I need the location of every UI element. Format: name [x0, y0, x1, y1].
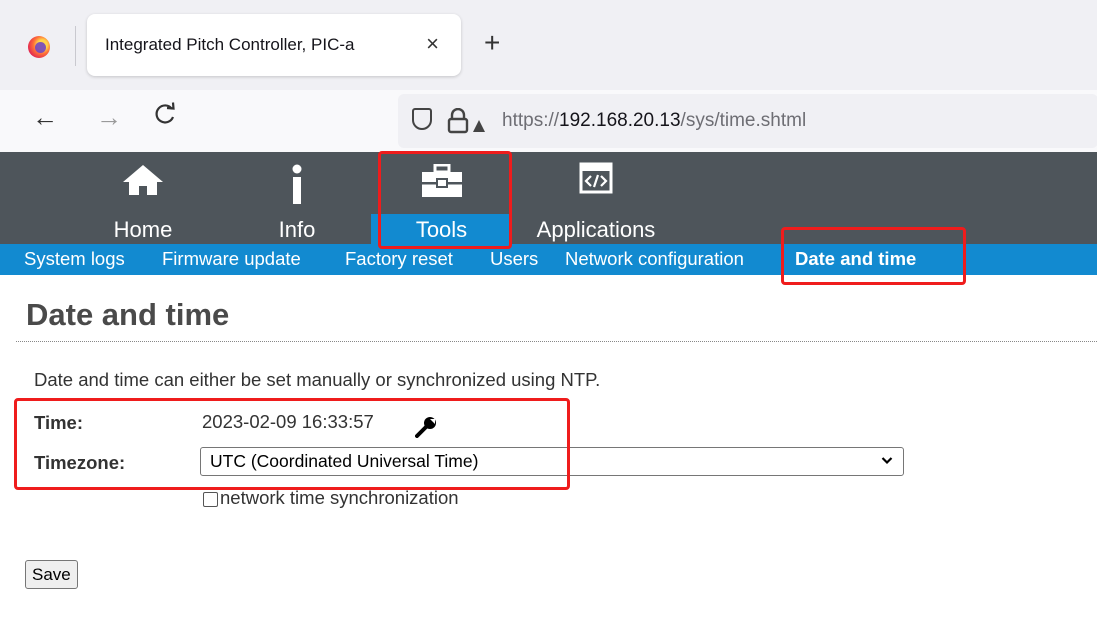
subnav-firmware-update[interactable]: Firmware update	[162, 248, 301, 270]
annotation-box-time-settings	[14, 398, 570, 490]
nav-applications[interactable]: Applications	[520, 152, 672, 244]
code-window-icon	[579, 162, 613, 199]
forward-arrow-icon[interactable]: →	[96, 102, 122, 132]
back-arrow-icon[interactable]: ←	[32, 102, 58, 132]
tab-close-icon[interactable]: ×	[426, 29, 439, 59]
ntp-checkbox[interactable]	[203, 492, 218, 507]
subnav-network-configuration[interactable]: Network configuration	[565, 248, 744, 270]
chevron-down-icon	[881, 450, 893, 477]
subnav-system-logs[interactable]: System logs	[24, 248, 125, 270]
tab-title: Integrated Pitch Controller, PIC-a	[105, 35, 355, 54]
reload-icon[interactable]	[154, 102, 176, 132]
page-description: Date and time can either be set manually…	[34, 369, 601, 390]
nav-home[interactable]: Home	[92, 152, 194, 244]
save-button[interactable]: Save	[25, 560, 78, 589]
info-icon	[290, 164, 304, 209]
annotation-box-date-and-time	[781, 227, 966, 285]
subnav-factory-reset[interactable]: Factory reset	[345, 248, 453, 270]
address-bar[interactable]: https://192.168.20.13/sys/time.shtml	[398, 94, 1097, 148]
browser-tab[interactable]: Integrated Pitch Controller, PIC-a ×	[87, 14, 461, 76]
url-text[interactable]: https://192.168.20.13/sys/time.shtml	[502, 110, 806, 132]
firefox-logo-icon	[28, 36, 50, 58]
home-icon	[121, 164, 165, 201]
nav-home-label: Home	[113, 217, 173, 242]
annotation-box-tools	[378, 151, 512, 249]
nav-info[interactable]: Info	[252, 152, 342, 244]
tab-divider	[75, 26, 76, 66]
title-divider	[16, 341, 1097, 342]
tracking-protection-shield-icon[interactable]	[412, 108, 432, 130]
browser-navigation-bar: ← → https://192.168.20.13/sys/time.shtml	[0, 90, 1097, 152]
new-tab-plus-icon[interactable]: +	[484, 28, 500, 58]
subnav-users[interactable]: Users	[490, 248, 538, 270]
browser-tab-bar: Integrated Pitch Controller, PIC-a × +	[0, 0, 1097, 90]
page-title: Date and time	[26, 297, 230, 332]
ntp-checkbox-label[interactable]: network time synchronization	[220, 487, 459, 509]
insecure-lock-icon[interactable]	[446, 107, 486, 139]
nav-info-label: Info	[278, 217, 316, 242]
nav-applications-label: Applications	[536, 217, 656, 242]
web-page: Home Info Tools Applications System logs…	[0, 152, 1097, 637]
